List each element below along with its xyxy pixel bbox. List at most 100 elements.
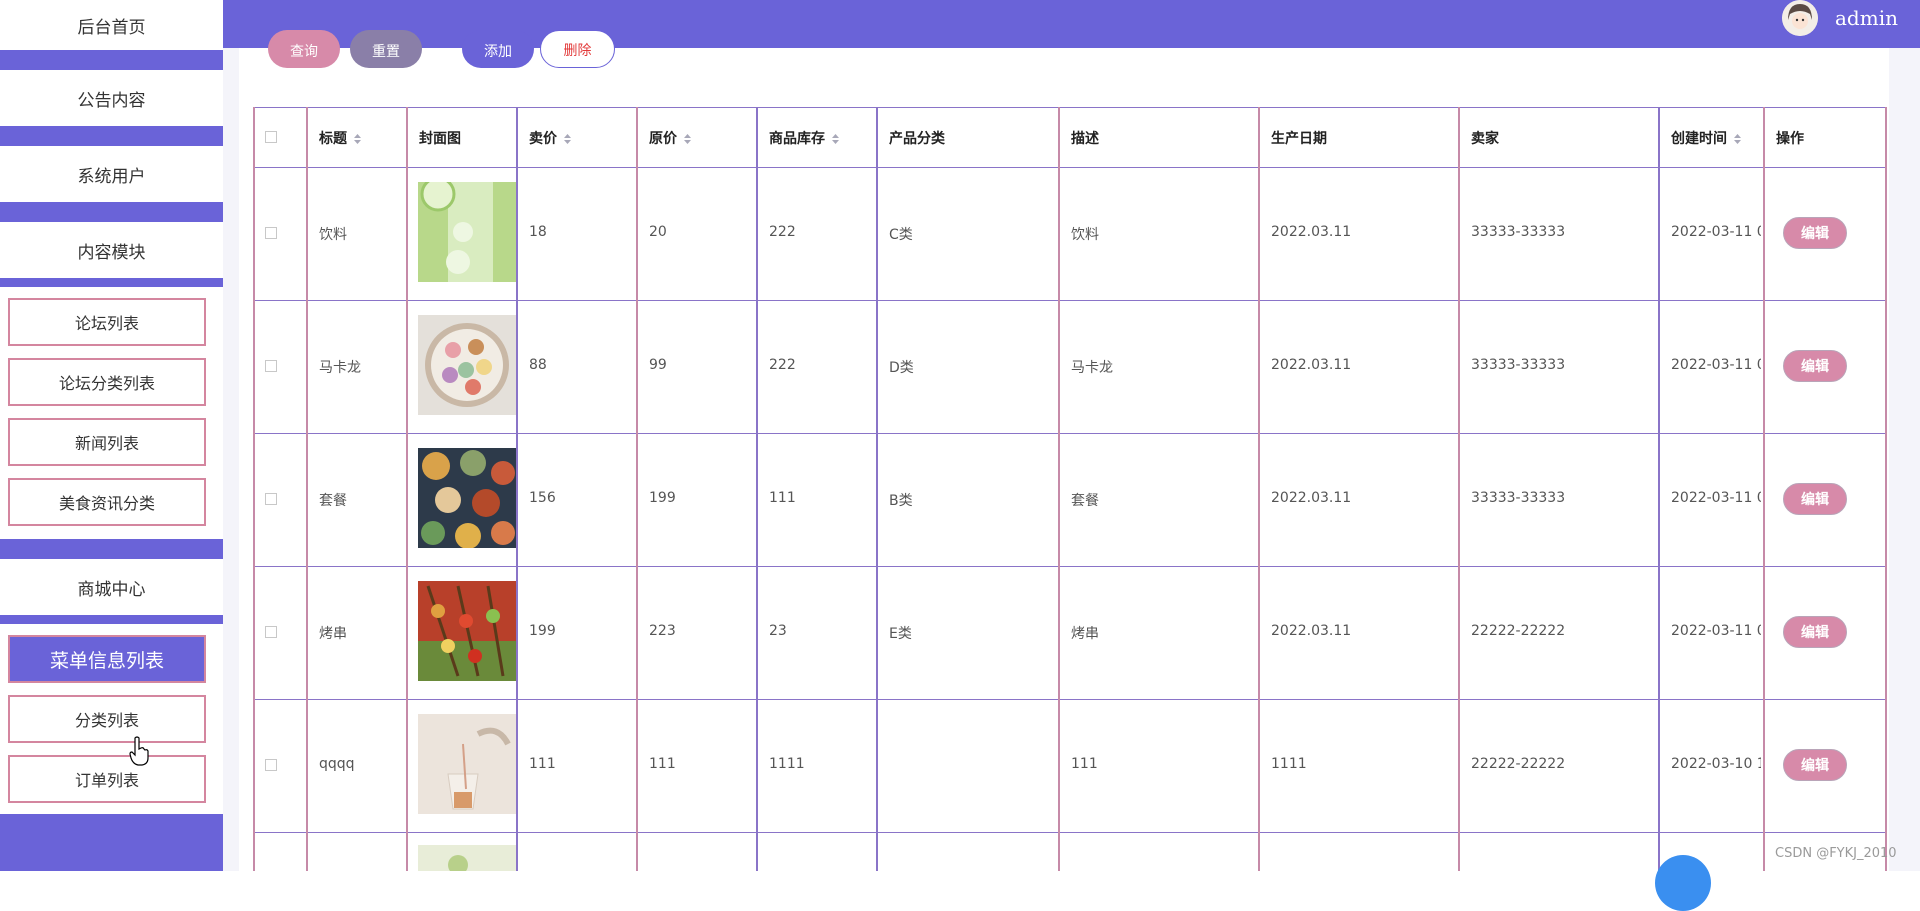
cell-category: C类	[889, 227, 913, 243]
cell-seller: 33333-33333	[1471, 490, 1566, 506]
column-header[interactable]: 创建时间	[1671, 128, 1742, 148]
cell-stock: 222	[769, 357, 796, 373]
cell-production-date: 2022.03.11	[1271, 490, 1352, 506]
sort-icon[interactable]	[831, 133, 840, 145]
sidebar-item-content-module[interactable]: 内容模块	[0, 222, 223, 278]
cell-title: 饮料	[319, 227, 347, 243]
table-line	[1885, 107, 1887, 871]
column-header[interactable]: 原价	[649, 128, 692, 148]
cell-title: 烤串	[319, 626, 347, 642]
cell-production-date: 1111	[1271, 756, 1307, 772]
edit-button[interactable]: 编辑	[1783, 217, 1847, 249]
table-line	[253, 167, 1887, 168]
cell-price: 156	[529, 490, 556, 506]
table-line	[253, 107, 1887, 108]
cell-title: 套餐	[319, 493, 347, 509]
edit-button[interactable]: 编辑	[1783, 749, 1847, 781]
column-header[interactable]: 标题	[319, 128, 362, 148]
sidebar-item-home[interactable]: 后台首页	[0, 0, 223, 50]
sidebar-item-forum-category-list[interactable]: 论坛分类列表	[8, 358, 206, 406]
table-line	[1658, 107, 1660, 871]
cell-price: 88	[529, 357, 547, 373]
cell-description: 111	[1071, 756, 1098, 772]
cell-stock: 111	[769, 490, 796, 506]
sidebar-item-menu-info-list[interactable]: 菜单信息列表	[8, 635, 206, 683]
column-header: 描述	[1071, 131, 1099, 147]
table-line	[253, 433, 1887, 434]
cover-image	[418, 845, 516, 871]
table-line	[253, 699, 1887, 700]
add-button[interactable]: 添加	[462, 30, 534, 68]
sort-icon[interactable]	[353, 133, 362, 145]
column-header[interactable]: 卖价	[529, 128, 572, 148]
select-all-checkbox[interactable]	[265, 131, 277, 143]
table-line	[516, 107, 518, 871]
column-header[interactable]: 商品库存	[769, 128, 840, 148]
cover-image	[418, 448, 516, 548]
column-header: 生产日期	[1271, 131, 1327, 147]
sidebar-item-category-list[interactable]: 分类列表	[8, 695, 206, 743]
content-submenu: 论坛列表 论坛分类列表 新闻列表 美食资讯分类	[0, 287, 223, 539]
table-line	[1058, 107, 1060, 871]
row-checkbox[interactable]	[265, 493, 277, 505]
reset-button[interactable]: 重置	[350, 30, 422, 68]
sort-icon[interactable]	[1733, 133, 1742, 145]
row-checkbox[interactable]	[265, 227, 277, 239]
table-line	[636, 107, 638, 871]
avatar[interactable]	[1782, 0, 1818, 36]
table-line	[253, 300, 1887, 301]
cell-title: 马卡龙	[319, 360, 361, 376]
row-checkbox[interactable]	[265, 360, 277, 372]
sidebar-item-system-users[interactable]: 系统用户	[0, 146, 223, 202]
cell-original-price: 199	[649, 490, 676, 506]
query-button[interactable]: 查询	[268, 30, 340, 68]
sort-icon[interactable]	[683, 133, 692, 145]
sidebar-item-order-list[interactable]: 订单列表	[8, 755, 206, 803]
cell-created: 2022-03-11 0	[1671, 357, 1761, 373]
cover-image	[418, 581, 516, 681]
sidebar-item-mall-center[interactable]: 商城中心	[0, 559, 223, 615]
cell-description: 套餐	[1071, 493, 1099, 509]
table-line	[253, 832, 1887, 833]
cell-seller: 33333-33333	[1471, 357, 1566, 373]
cell-price: 111	[529, 756, 556, 772]
table-line	[1458, 107, 1460, 871]
sort-icon[interactable]	[563, 133, 572, 145]
column-header: 封面图	[419, 131, 461, 147]
cell-price: 18	[529, 224, 547, 240]
sidebar: 后台首页 公告内容 系统用户 内容模块 论坛列表 论坛分类列表 新闻列表 美食资…	[0, 0, 223, 871]
sidebar-item-notices[interactable]: 公告内容	[0, 70, 223, 126]
sidebar-item-forum-list[interactable]: 论坛列表	[8, 298, 206, 346]
cell-original-price: 99	[649, 357, 667, 373]
cell-description: 烤串	[1071, 626, 1099, 642]
delete-button[interactable]: 删除	[540, 30, 615, 68]
username[interactable]: admin	[1835, 6, 1898, 30]
table-line	[876, 107, 878, 871]
sidebar-item-food-news-category[interactable]: 美食资讯分类	[8, 478, 206, 526]
column-header: 卖家	[1471, 131, 1499, 147]
cell-production-date: 2022.03.11	[1271, 224, 1352, 240]
cell-production-date: 2022.03.11	[1271, 623, 1352, 639]
avatar-icon	[1782, 0, 1818, 36]
cell-seller: 33333-33333	[1471, 224, 1566, 240]
edit-button[interactable]: 编辑	[1783, 483, 1847, 515]
row-checkbox[interactable]	[265, 626, 277, 638]
column-header: 产品分类	[889, 131, 945, 147]
sidebar-item-news-list[interactable]: 新闻列表	[8, 418, 206, 466]
watermark: CSDN @FYKJ_2010	[1775, 846, 1897, 861]
edit-button[interactable]: 编辑	[1783, 350, 1847, 382]
cover-image	[418, 315, 516, 415]
table-line	[1258, 107, 1260, 871]
row-checkbox[interactable]	[265, 759, 277, 771]
cell-seller: 22222-22222	[1471, 623, 1566, 639]
cell-stock: 1111	[769, 756, 805, 772]
cell-stock: 23	[769, 623, 787, 639]
scroll-top-button[interactable]	[1655, 855, 1711, 911]
table-line	[253, 566, 1887, 567]
cell-stock: 222	[769, 224, 796, 240]
table-line	[1763, 107, 1765, 871]
edit-button[interactable]: 编辑	[1783, 616, 1847, 648]
cell-created: 2022-03-10 1	[1671, 756, 1761, 772]
cell-original-price: 20	[649, 224, 667, 240]
cell-category: D类	[889, 360, 914, 376]
